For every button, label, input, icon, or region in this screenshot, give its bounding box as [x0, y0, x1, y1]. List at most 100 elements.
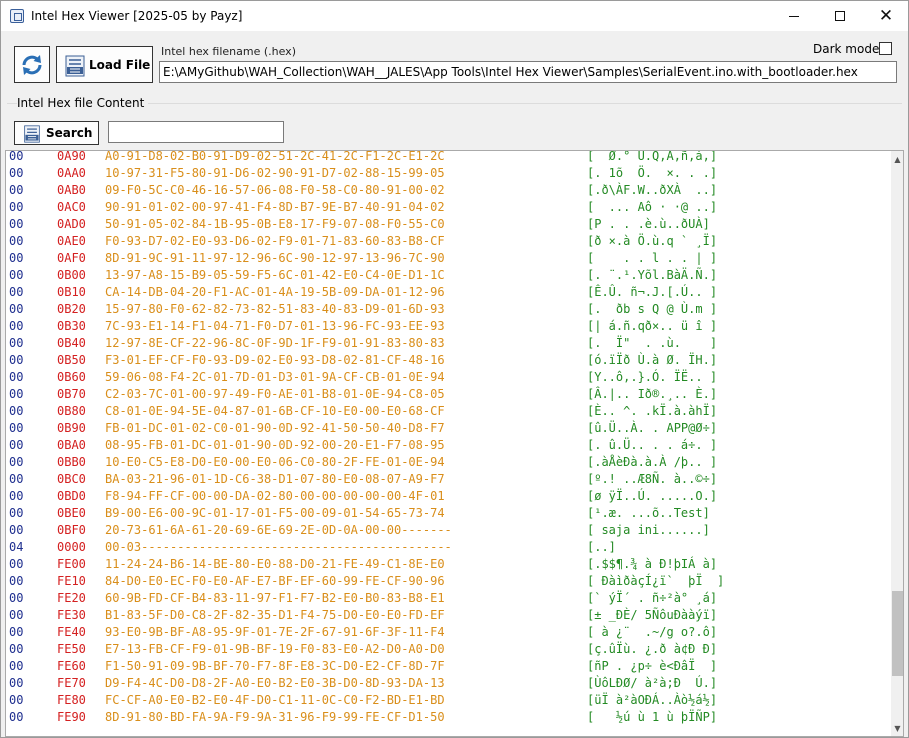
address-cell: 0AD0: [57, 217, 86, 231]
filename-input[interactable]: [159, 61, 897, 83]
hex-row[interactable]: 00 FE10 84-D0-E0-EC-F0-E0-AF-E7-BF-EF-60-9…: [6, 573, 886, 590]
hex-data-cell: 15-97-80-F0-62-82-73-82-51-83-40-83-D9-0…: [105, 302, 445, 316]
hex-row[interactable]: 00 FE30 B1-83-5F-D0-C8-2F-82-35-D1-F4-75-D…: [6, 607, 886, 624]
address-cell: FE90: [57, 710, 86, 724]
record-type-cell: 00: [9, 370, 24, 384]
record-type-cell: 00: [9, 404, 24, 418]
record-type-cell: 04: [9, 540, 24, 554]
hex-row[interactable]: 00 FE50 E7-13-FB-CF-F9-01-9B-BF-19-F0-83-E…: [6, 641, 886, 658]
minimize-button[interactable]: [771, 1, 817, 31]
scrollbar-thumb[interactable]: [892, 591, 903, 676]
hex-data-cell: A0-91-D8-02-B0-91-D9-02-51-2C-41-2C-F1-2…: [105, 150, 445, 163]
hex-row[interactable]: 00 0AD0 50-91-05-02-84-1B-95-0B-E8-17-F9-0…: [6, 216, 886, 233]
address-cell: 0B50: [57, 353, 86, 367]
maximize-button[interactable]: [817, 1, 863, 31]
hex-row[interactable]: 00 0B80 C8-01-0E-94-5E-04-87-01-6B-CF-10-E…: [6, 403, 886, 420]
hex-content-list[interactable]: 00 0A90 A0-91-D8-02-B0-91-D9-02-51-2C-41-2…: [5, 150, 904, 737]
hex-row[interactable]: 00 0BC0 BA-03-21-96-01-1D-C6-38-D1-07-80-E…: [6, 471, 886, 488]
address-cell: 0B40: [57, 336, 86, 350]
address-cell: FE00: [57, 557, 86, 571]
hex-data-cell: B1-83-5F-D0-C8-2F-82-35-D1-F4-75-D0-E0-E…: [105, 608, 445, 622]
hex-data-cell: 10-E0-C5-E8-D0-E0-00-E0-06-C0-80-2F-FE-0…: [105, 455, 445, 469]
load-file-button[interactable]: Load File: [56, 46, 153, 83]
hex-row[interactable]: 00 0BE0 B9-00-E6-00-9C-01-17-01-F5-00-09-0…: [6, 505, 886, 522]
hex-row[interactable]: 00 0BF0 20-73-61-6A-61-20-69-6E-69-2E-0D-0…: [6, 522, 886, 539]
hex-row[interactable]: 00 0B50 F3-01-EF-CF-F0-93-D9-02-E0-93-D8-0…: [6, 352, 886, 369]
title-bar[interactable]: Intel Hex Viewer [2025-05 by Payz] ✕: [1, 1, 908, 31]
address-cell: 0BC0: [57, 472, 86, 486]
hex-data-cell: BA-03-21-96-01-1D-C6-38-D1-07-80-E0-08-0…: [105, 472, 445, 486]
ascii-cell: [Y..ô,.}.Ó. ÏË.. ]: [587, 370, 718, 384]
hex-data-cell: 60-9B-FD-CF-B4-83-11-97-F1-F7-B2-E0-B0-8…: [105, 591, 445, 605]
ascii-cell: [.$$¶.¾ à Ð!þIÁ à]: [587, 557, 718, 571]
hex-row[interactable]: 00 0BB0 10-E0-C5-E8-D0-E0-00-E0-06-C0-80-2…: [6, 454, 886, 471]
hex-row[interactable]: 00 FE20 60-9B-FD-CF-B4-83-11-97-F1-F7-B2-E…: [6, 590, 886, 607]
address-cell: 0BD0: [57, 489, 86, 503]
hex-row[interactable]: 04 0000 00-03-----------------------------…: [6, 539, 886, 556]
minimize-icon: [789, 15, 799, 17]
hex-row[interactable]: 00 0B10 CA-14-DB-04-20-F1-AC-01-4A-19-5B-0…: [6, 284, 886, 301]
hex-row[interactable]: 00 FE90 8D-91-80-BD-FA-9A-F9-9A-31-96-F9-9…: [6, 709, 886, 726]
hex-data-cell: FB-01-DC-01-02-C0-01-90-0D-92-41-50-50-4…: [105, 421, 445, 435]
hex-row[interactable]: 00 0B60 59-06-08-F4-2C-01-7D-01-D3-01-9A-C…: [6, 369, 886, 386]
hex-row[interactable]: 00 0A90 A0-91-D8-02-B0-91-D9-02-51-2C-41-2…: [6, 150, 886, 165]
hex-row[interactable]: 00 0BA0 08-95-FB-01-DC-01-01-90-0D-92-00-2…: [6, 437, 886, 454]
ascii-cell: [. 1õ Ö. ×. . .]: [587, 166, 718, 180]
record-type-cell: 00: [9, 523, 24, 537]
hex-data-cell: F8-94-FF-CF-00-00-DA-02-80-00-00-00-00-0…: [105, 489, 445, 503]
address-cell: 0B20: [57, 302, 86, 316]
hex-row[interactable]: 00 FE60 F1-50-91-09-9B-BF-70-F7-8F-E8-3C-D…: [6, 658, 886, 675]
hex-row[interactable]: 00 0B20 15-97-80-F0-62-82-73-82-51-83-40-8…: [6, 301, 886, 318]
load-file-label: Load File: [89, 58, 151, 72]
address-cell: FE50: [57, 642, 86, 656]
window-title: Intel Hex Viewer [2025-05 by Payz]: [31, 9, 243, 23]
address-cell: FE10: [57, 574, 86, 588]
vertical-scrollbar[interactable]: ▲ ▼: [891, 151, 903, 736]
hex-row[interactable]: 00 0B40 12-97-8E-CF-22-96-8C-0F-9D-1F-F9-0…: [6, 335, 886, 352]
record-type-cell: 00: [9, 302, 24, 316]
hex-data-cell: FC-CF-A0-E0-B2-E0-4F-D0-C1-11-0C-C0-F2-B…: [105, 693, 445, 707]
address-cell: FE30: [57, 608, 86, 622]
hex-data-cell: 8D-91-9C-91-11-97-12-96-6C-90-12-97-13-9…: [105, 251, 445, 265]
search-input[interactable]: [108, 121, 284, 143]
hex-row[interactable]: 00 0B00 13-97-A8-15-B9-05-59-F5-6C-01-42-E…: [6, 267, 886, 284]
hex-row[interactable]: 00 0AF0 8D-91-9C-91-11-97-12-96-6C-90-12-9…: [6, 250, 886, 267]
hex-row[interactable]: 00 0B30 7C-93-E1-14-F1-04-71-F0-D7-01-13-9…: [6, 318, 886, 335]
address-cell: FE80: [57, 693, 86, 707]
close-button[interactable]: ✕: [863, 1, 909, 31]
app-icon: [10, 9, 24, 23]
hex-row[interactable]: 00 0B90 FB-01-DC-01-02-C0-01-90-0D-92-41-5…: [6, 420, 886, 437]
hex-row[interactable]: 00 FE80 FC-CF-A0-E0-B2-E0-4F-D0-C1-11-0C-C…: [6, 692, 886, 709]
hex-row[interactable]: 00 FE00 11-24-24-B6-14-BE-80-E0-88-D0-21-F…: [6, 556, 886, 573]
search-button[interactable]: Search: [14, 121, 99, 145]
address-cell: FE60: [57, 659, 86, 673]
record-type-cell: 00: [9, 234, 24, 248]
ascii-cell: [Ê.Û. ñ¬.J.[.Ú.. ]: [587, 285, 718, 299]
address-cell: 0BE0: [57, 506, 86, 520]
refresh-button[interactable]: [14, 46, 50, 83]
ascii-cell: [ ... Aô · ·@ ..]: [587, 200, 718, 214]
hex-data-cell: C2-03-7C-01-00-97-49-F0-AE-01-B8-01-0E-9…: [105, 387, 445, 401]
dark-mode-label: Dark mode: [813, 42, 880, 56]
hex-row[interactable]: 00 0B70 C2-03-7C-01-00-97-49-F0-AE-01-B8-0…: [6, 386, 886, 403]
hex-row[interactable]: 00 0AB0 09-F0-5C-C0-46-16-57-06-08-F0-58-C…: [6, 182, 886, 199]
dark-mode-checkbox[interactable]: [879, 42, 892, 55]
hex-data-cell: F3-01-EF-CF-F0-93-D9-02-E0-93-D8-02-81-C…: [105, 353, 445, 367]
ascii-cell: [ saja ini......]: [587, 523, 710, 537]
address-cell: 0BA0: [57, 438, 86, 452]
hex-row[interactable]: 00 0AA0 10-97-31-F5-80-91-D6-02-90-91-D7-0…: [6, 165, 886, 182]
ascii-cell: [û.Ü..À. . APP@Ø÷]: [587, 421, 718, 435]
hex-row[interactable]: 00 0BD0 F8-94-FF-CF-00-00-DA-02-80-00-00-0…: [6, 488, 886, 505]
hex-row[interactable]: 00 0AE0 F0-93-D7-02-E0-93-D6-02-F9-01-71-8…: [6, 233, 886, 250]
scroll-down-icon[interactable]: ▼: [891, 720, 903, 736]
filename-label: Intel hex filename (.hex): [161, 45, 296, 58]
hex-row[interactable]: 00 FE70 D9-F4-4C-D0-D8-2F-A0-E0-B2-E0-3B-D…: [6, 675, 886, 692]
record-type-cell: 00: [9, 336, 24, 350]
hex-row[interactable]: 00 0AC0 90-91-01-02-00-97-41-F4-8D-B7-9E-B…: [6, 199, 886, 216]
hex-row[interactable]: 00 FE40 93-E0-9B-BF-A8-95-9F-01-7E-2F-67-9…: [6, 624, 886, 641]
hex-data-cell: E7-13-FB-CF-F9-01-9B-BF-19-F0-83-E0-A2-D…: [105, 642, 445, 656]
scroll-up-icon[interactable]: ▲: [891, 151, 903, 167]
address-cell: FE20: [57, 591, 86, 605]
record-type-cell: 00: [9, 353, 24, 367]
content-group-label: Intel Hex file Content: [17, 96, 149, 110]
